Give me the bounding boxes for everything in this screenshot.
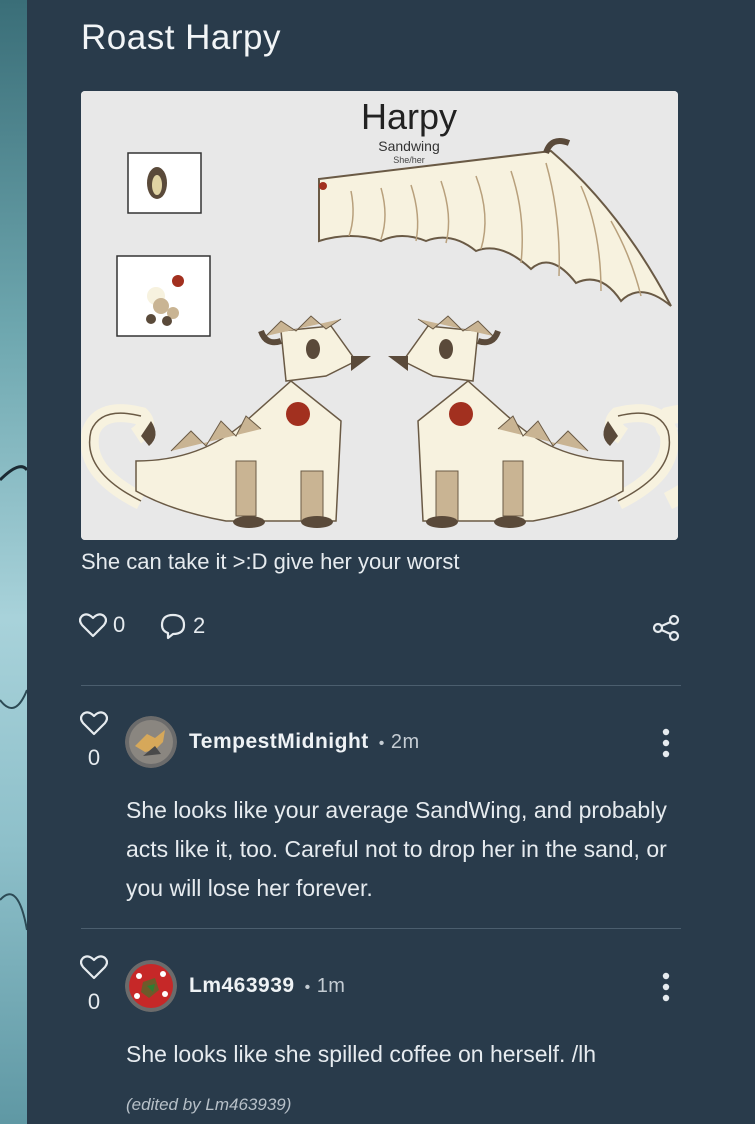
separator-dot: • [304, 979, 311, 996]
comment-author[interactable]: TempestMidnight • 2m [189, 730, 420, 754]
more-options-button[interactable] [659, 972, 673, 1007]
heart-outline-icon [79, 955, 109, 984]
divider [81, 685, 681, 686]
username[interactable]: Lm463939 [189, 974, 295, 997]
image-subheading: Sandwing [378, 138, 440, 154]
avatar[interactable] [125, 716, 177, 768]
vertical-dots-icon [659, 728, 673, 762]
post-image[interactable]: Harpy Sandwing She/her [81, 91, 678, 540]
like-button[interactable]: 0 [79, 612, 125, 638]
timestamp: 1m [316, 975, 346, 997]
image-pronouns: She/her [393, 155, 425, 165]
speech-bubble-icon [159, 612, 187, 640]
divider [81, 928, 681, 929]
username[interactable]: TempestMidnight [189, 730, 369, 753]
comment-like-button[interactable]: 0 [79, 954, 109, 1015]
comment-like-button[interactable]: 0 [79, 710, 109, 771]
timestamp: 2m [390, 731, 420, 753]
separator-dot: • [378, 735, 385, 752]
comment-text: She looks like your average SandWing, an… [126, 797, 667, 901]
heart-outline-icon [79, 711, 109, 740]
comment-like-count: 0 [87, 745, 101, 770]
post-panel: Roast Harpy Harpy Sandwing She/her She c… [27, 0, 755, 1124]
post-actions: 0 2 [79, 612, 685, 644]
share-button[interactable] [651, 614, 681, 642]
post-title: Roast Harpy [81, 18, 282, 57]
comment-author[interactable]: Lm463939 • 1m [189, 974, 345, 998]
avatar[interactable] [125, 960, 177, 1012]
like-count: 0 [113, 612, 126, 637]
comment-text: She looks like she spilled coffee on her… [126, 1041, 597, 1067]
post-caption: She can take it >:D give her your worst [81, 549, 460, 574]
background-art-strip [0, 0, 27, 1124]
comment-like-count: 0 [87, 989, 101, 1014]
vertical-dots-icon [659, 972, 673, 1006]
comments-button[interactable]: 2 [159, 612, 205, 640]
image-heading: Harpy [361, 96, 457, 137]
edited-note: (edited by Lm463939) [126, 1095, 292, 1114]
share-nodes-icon [651, 614, 681, 642]
comment-count: 2 [193, 613, 206, 638]
more-options-button[interactable] [659, 728, 673, 763]
heart-outline-icon [79, 612, 107, 638]
